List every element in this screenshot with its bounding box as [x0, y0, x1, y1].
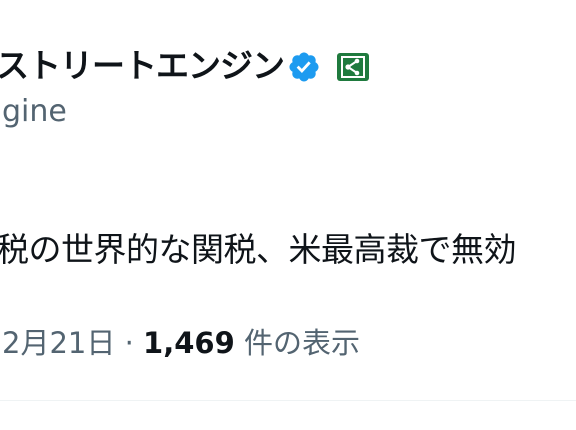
meta-separator: · [124, 326, 134, 360]
views-label: 件の表示 [243, 326, 360, 360]
tweet-meta: 2月21日 · 1,469 件の表示 [2, 323, 360, 363]
tweet-body-text: 税の世界的な関税、米最高裁で無効 [0, 230, 517, 269]
divider [0, 400, 576, 401]
tweet-date[interactable]: 2月21日 [2, 326, 115, 360]
verified-checkmark-icon[interactable] [287, 50, 321, 84]
author-handle[interactable]: gine [2, 95, 67, 129]
affiliate-badge-icon[interactable] [337, 53, 369, 81]
views-count: 1,469 [143, 326, 235, 360]
author-display-name[interactable]: ストリートエンジン [0, 46, 285, 86]
